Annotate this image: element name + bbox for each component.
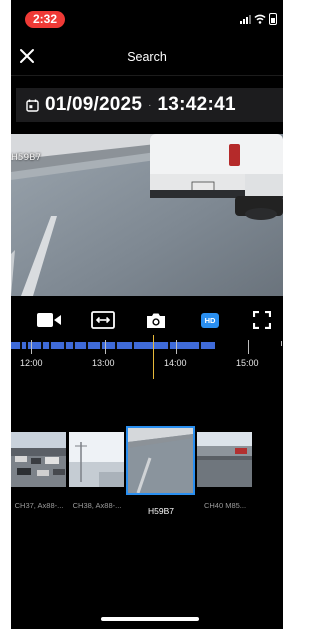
calendar-icon [26, 99, 39, 112]
video-player[interactable]: H59B7 [11, 134, 283, 296]
timeline[interactable]: 12:00 13:00 14:00 15:00 [11, 335, 283, 381]
thumbnail-caption: CH40 M85... [203, 501, 247, 510]
timeline-gap [41, 342, 43, 349]
timeline-gap [132, 342, 134, 349]
snapshot-camera-icon[interactable] [143, 309, 169, 331]
page-title: Search [127, 50, 167, 64]
thumbnail-caption-selected: H59B7 [148, 506, 174, 516]
header: Search [11, 38, 283, 76]
timeline-tick [248, 340, 249, 354]
camera-thumbnail-strip[interactable]: CH37, Ax88-... CH38, Ax88-... H59B7 CH40… [11, 426, 283, 526]
selected-time[interactable]: 13:42:41 [157, 94, 235, 116]
timeline-label: 13:00 [92, 358, 115, 368]
hd-quality-toggle[interactable]: HD [197, 309, 223, 331]
camera-thumbnail[interactable] [197, 432, 252, 487]
timeline-gap [64, 342, 66, 349]
thumbnail-image [128, 428, 193, 493]
timeline-tick [105, 340, 106, 354]
datetime-separator: · [148, 99, 152, 111]
record-video-icon[interactable] [36, 309, 62, 331]
thumbnail-image [197, 432, 252, 487]
thumbnail-image [69, 432, 124, 487]
timeline-gap [73, 342, 75, 349]
timeline-gap [199, 342, 201, 349]
timeline-label: 15:00 [236, 358, 259, 368]
camera-thumbnail[interactable] [69, 432, 124, 487]
timeline-gap [20, 342, 22, 349]
hd-badge-label: HD [201, 312, 219, 328]
timeline-gap [100, 342, 102, 349]
battery-icon [269, 13, 277, 25]
fullscreen-icon[interactable] [249, 309, 275, 331]
timeline-tick [31, 340, 32, 354]
timeline-gap [26, 342, 28, 349]
wifi-icon [254, 14, 266, 24]
home-indicator[interactable] [101, 617, 199, 621]
timeline-playhead[interactable] [153, 335, 154, 379]
datetime-picker[interactable]: 01/09/2025 · 13:42:41 [16, 88, 283, 122]
timeline-gap [168, 342, 170, 349]
camera-thumbnail[interactable] [11, 432, 66, 487]
timeline-gap [86, 342, 88, 349]
timeline-gap [49, 342, 51, 349]
camera-label: H59B7 [11, 153, 42, 163]
status-time: 2:32 [25, 11, 65, 28]
camera-thumbnail-selected[interactable] [126, 426, 195, 495]
thumbnail-caption: CH38, Ax88-... [72, 501, 122, 510]
selected-date[interactable]: 01/09/2025 [45, 94, 142, 116]
timeline-tick [176, 340, 177, 354]
signal-icon [240, 14, 251, 24]
app-screen: 2:32 Search 01/09/2025 · 13:42:41 H59B7 … [11, 0, 283, 629]
timeline-tick [281, 341, 282, 346]
status-bar: 2:32 [11, 0, 283, 36]
timeline-label: 12:00 [20, 358, 43, 368]
video-frame [11, 134, 283, 296]
fit-width-icon[interactable] [90, 309, 116, 331]
playback-controls: HD [11, 305, 283, 335]
thumbnail-image [11, 432, 66, 487]
status-icons [240, 12, 277, 26]
timeline-gap [115, 342, 117, 349]
thumbnail-caption: CH37, Ax88-... [14, 501, 64, 510]
timeline-label: 14:00 [164, 358, 187, 368]
